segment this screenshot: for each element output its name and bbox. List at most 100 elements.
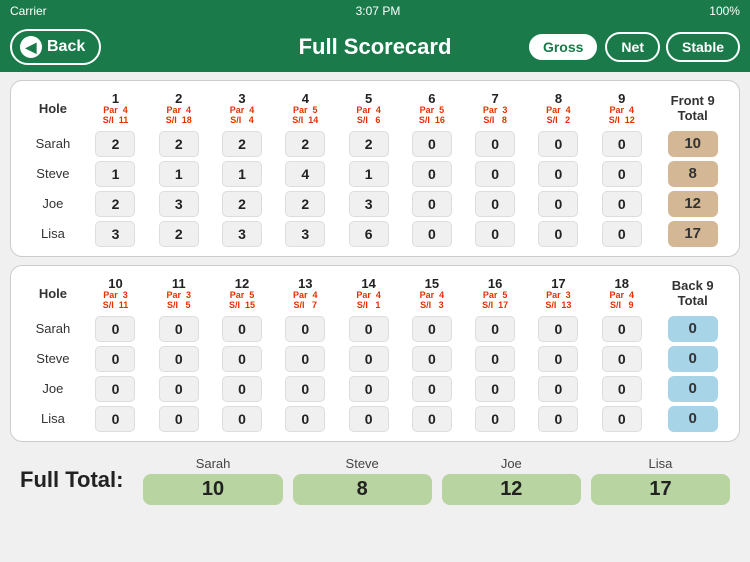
steve-f9-h8[interactable]: 0 (528, 160, 589, 188)
joe-b9-h11[interactable]: 0 (148, 375, 209, 403)
hole-16-header: 16 Par 5S/I 17 (465, 274, 526, 313)
sarah-b9-h14[interactable]: 0 (338, 315, 399, 343)
steve-b9-h16[interactable]: 0 (465, 345, 526, 373)
sarah-b9-h10[interactable]: 0 (85, 315, 146, 343)
joe-f9-h6[interactable]: 0 (401, 190, 462, 218)
sarah-f9-h4[interactable]: 2 (275, 130, 336, 158)
lisa-f9-h4[interactable]: 3 (275, 220, 336, 248)
lisa-f9-h3[interactable]: 3 (211, 220, 272, 248)
lisa-b9-h10[interactable]: 0 (85, 405, 146, 433)
hole-5-header: 5 Par 4S/I 6 (338, 89, 399, 128)
hole-7-header: 7 Par 3S/I 8 (465, 89, 526, 128)
sarah-b9-h16[interactable]: 0 (465, 315, 526, 343)
hole-17-header: 17 Par 3S/I 13 (528, 274, 589, 313)
lisa-b9-h12[interactable]: 0 (211, 405, 272, 433)
lisa-f9-total: 17 (654, 220, 731, 248)
sarah-f9-h5[interactable]: 2 (338, 130, 399, 158)
joe-f9-h4[interactable]: 2 (275, 190, 336, 218)
lisa-f9-h9[interactable]: 0 (591, 220, 652, 248)
joe-name-b9: Joe (19, 375, 83, 403)
header-bar: ◀ Back Full Scorecard Gross Net Stable (0, 22, 750, 72)
lisa-name-f9: Lisa (19, 220, 83, 248)
joe-f9-total: 12 (654, 190, 731, 218)
joe-b9-h13[interactable]: 0 (275, 375, 336, 403)
sarah-f9-h1[interactable]: 2 (85, 130, 146, 158)
joe-b9-h15[interactable]: 0 (401, 375, 462, 403)
sarah-b9-h11[interactable]: 0 (148, 315, 209, 343)
joe-b9-h14[interactable]: 0 (338, 375, 399, 403)
lisa-f9-h6[interactable]: 0 (401, 220, 462, 248)
joe-b9-h12[interactable]: 0 (211, 375, 272, 403)
hole-10-header: 10 Par 3S/I 11 (85, 274, 146, 313)
steve-f9-h2[interactable]: 1 (148, 160, 209, 188)
sarah-b9-h13[interactable]: 0 (275, 315, 336, 343)
joe-f9-h9[interactable]: 0 (591, 190, 652, 218)
lisa-f9-h5[interactable]: 6 (338, 220, 399, 248)
back-label: Back (47, 38, 85, 56)
sarah-b9-h15[interactable]: 0 (401, 315, 462, 343)
back-button[interactable]: ◀ Back (10, 29, 101, 65)
joe-b9-h16[interactable]: 0 (465, 375, 526, 403)
steve-b9-h17[interactable]: 0 (528, 345, 589, 373)
lisa-total-name: Lisa (649, 456, 673, 471)
time-text: 3:07 PM (356, 4, 401, 18)
lisa-b9-h15[interactable]: 0 (401, 405, 462, 433)
sarah-b9-h18[interactable]: 0 (591, 315, 652, 343)
sarah-f9-h6[interactable]: 0 (401, 130, 462, 158)
stable-button[interactable]: Stable (666, 32, 740, 62)
sarah-name-f9: Sarah (19, 130, 83, 158)
steve-f9-h9[interactable]: 0 (591, 160, 652, 188)
lisa-b9-h14[interactable]: 0 (338, 405, 399, 433)
lisa-f9-h8[interactable]: 0 (528, 220, 589, 248)
sarah-f9-h8[interactable]: 0 (528, 130, 589, 158)
lisa-f9-h2[interactable]: 2 (148, 220, 209, 248)
joe-f9-h1[interactable]: 2 (85, 190, 146, 218)
steve-f9-h7[interactable]: 0 (465, 160, 526, 188)
steve-f9-h6[interactable]: 0 (401, 160, 462, 188)
hole-11-header: 11 Par 3S/I 5 (148, 274, 209, 313)
steve-b9-h14[interactable]: 0 (338, 345, 399, 373)
lisa-f9-h1[interactable]: 3 (85, 220, 146, 248)
sarah-total-name: Sarah (196, 456, 231, 471)
sarah-f9-h7[interactable]: 0 (465, 130, 526, 158)
lisa-b9-h13[interactable]: 0 (275, 405, 336, 433)
sarah-f9-h9[interactable]: 0 (591, 130, 652, 158)
steve-f9-h1[interactable]: 1 (85, 160, 146, 188)
steve-b9-h15[interactable]: 0 (401, 345, 462, 373)
sarah-f9-h3[interactable]: 2 (211, 130, 272, 158)
joe-f9-h5[interactable]: 3 (338, 190, 399, 218)
steve-b9-total: 0 (654, 345, 731, 373)
joe-f9-h2[interactable]: 3 (148, 190, 209, 218)
joe-name-f9: Joe (19, 190, 83, 218)
joe-f9-h8[interactable]: 0 (528, 190, 589, 218)
joe-b9-h17[interactable]: 0 (528, 375, 589, 403)
net-button[interactable]: Net (605, 32, 660, 62)
lisa-front9-row: Lisa 3 2 3 3 6 0 0 0 0 17 (19, 220, 731, 248)
sarah-f9-h2[interactable]: 2 (148, 130, 209, 158)
lisa-f9-h7[interactable]: 0 (465, 220, 526, 248)
steve-b9-h12[interactable]: 0 (211, 345, 272, 373)
sarah-back9-row: Sarah 0 0 0 0 0 0 0 0 0 0 (19, 315, 731, 343)
steve-b9-h10[interactable]: 0 (85, 345, 146, 373)
lisa-b9-h11[interactable]: 0 (148, 405, 209, 433)
sarah-b9-h17[interactable]: 0 (528, 315, 589, 343)
steve-b9-h13[interactable]: 0 (275, 345, 336, 373)
joe-f9-h7[interactable]: 0 (465, 190, 526, 218)
gross-button[interactable]: Gross (527, 32, 599, 62)
back9-table: Hole 10 Par 3S/I 11 11 Par 3S/I 5 12 Par… (17, 272, 733, 435)
joe-f9-h3[interactable]: 2 (211, 190, 272, 218)
lisa-b9-h16[interactable]: 0 (465, 405, 526, 433)
steve-b9-h11[interactable]: 0 (148, 345, 209, 373)
steve-f9-h3[interactable]: 1 (211, 160, 272, 188)
joe-b9-h18[interactable]: 0 (591, 375, 652, 403)
steve-b9-h18[interactable]: 0 (591, 345, 652, 373)
steve-f9-h4[interactable]: 4 (275, 160, 336, 188)
lisa-b9-h17[interactable]: 0 (528, 405, 589, 433)
steve-f9-h5[interactable]: 1 (338, 160, 399, 188)
hole-8-header: 8 Par 4S/I 2 (528, 89, 589, 128)
joe-total-name: Joe (501, 456, 522, 471)
sarah-b9-h12[interactable]: 0 (211, 315, 272, 343)
joe-front9-row: Joe 2 3 2 2 3 0 0 0 0 12 (19, 190, 731, 218)
lisa-b9-h18[interactable]: 0 (591, 405, 652, 433)
joe-b9-h10[interactable]: 0 (85, 375, 146, 403)
